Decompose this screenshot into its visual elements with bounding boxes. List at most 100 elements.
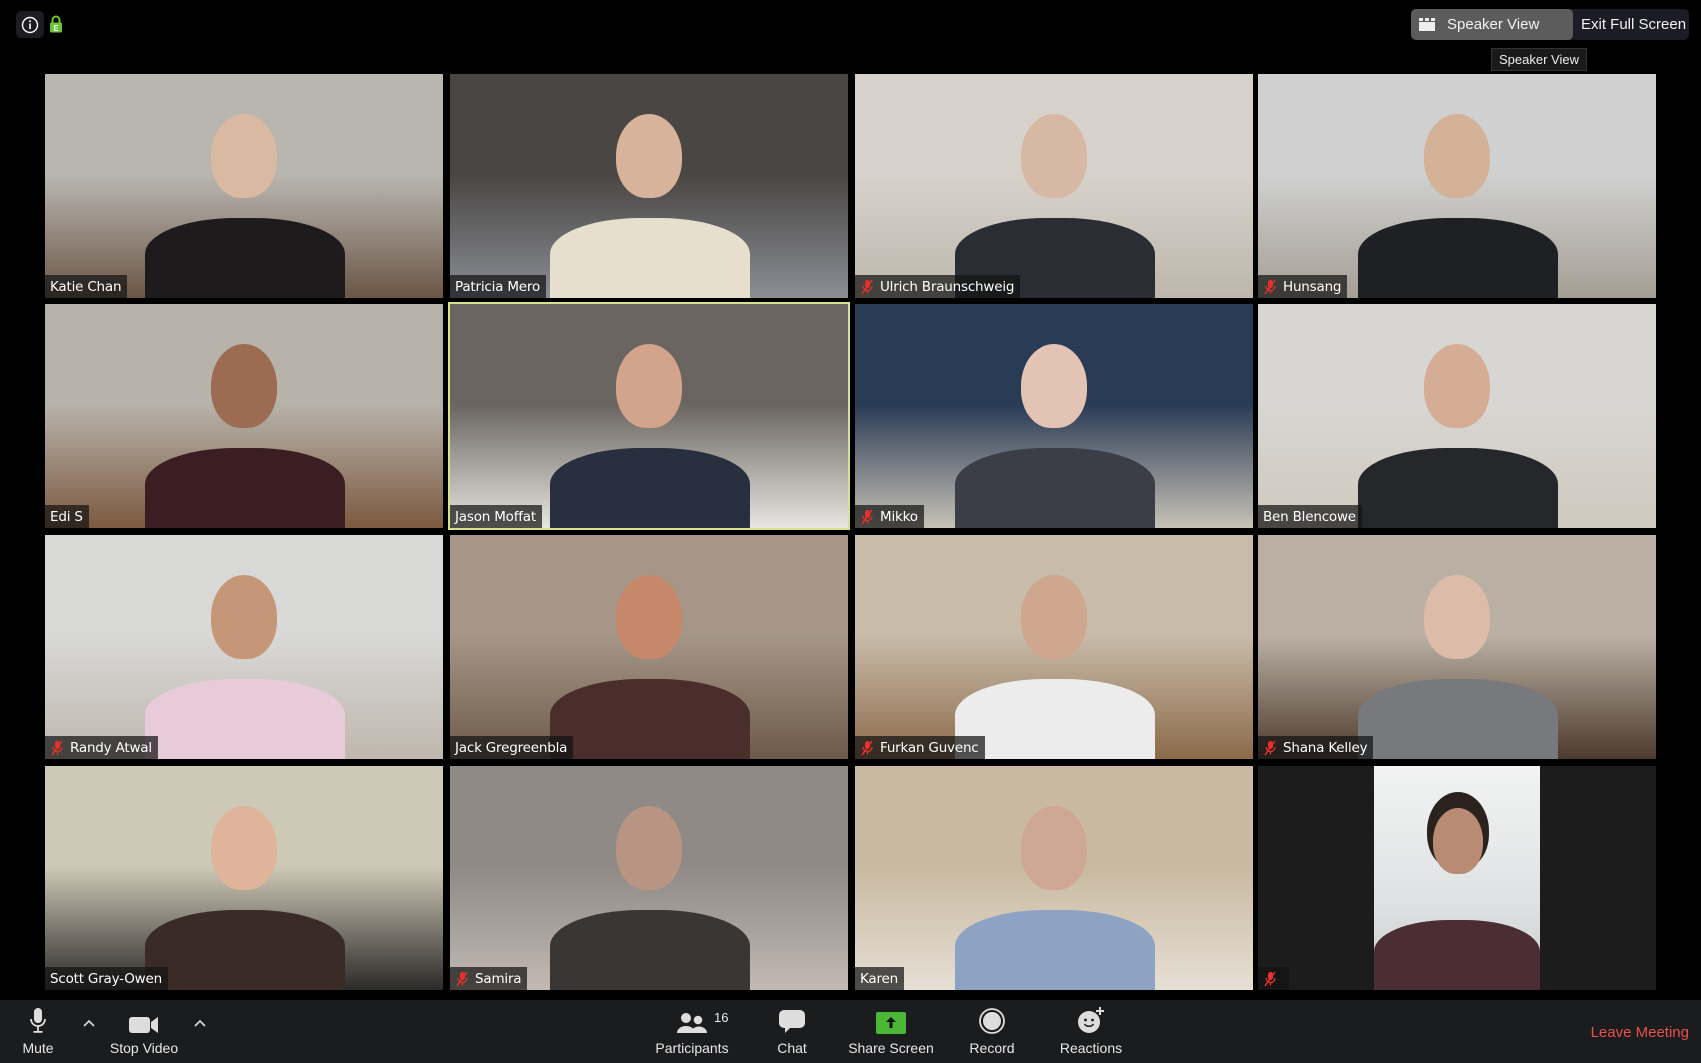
participant-name-tag — [1258, 967, 1289, 990]
participant-video-tile[interactable]: Ben Blencowe — [1258, 304, 1656, 528]
participant-name-tag: Ulrich Braunschweig — [855, 275, 1021, 298]
muted-microphone-icon — [456, 971, 468, 986]
participant-face — [616, 806, 682, 890]
participant-name: Patricia Mero — [455, 278, 541, 295]
participant-video-tile[interactable]: Edi S — [45, 304, 443, 528]
speaker-view-label: Speaker View — [1447, 16, 1540, 33]
participant-face — [1021, 575, 1087, 659]
participant-figure — [550, 448, 750, 528]
participant-name: Jack Gregreenbla — [455, 739, 568, 756]
participant-video-tile[interactable]: Shana Kelley — [1258, 535, 1656, 759]
share-screen-icon — [876, 1012, 906, 1034]
participants-icon — [677, 1013, 707, 1033]
participant-name-tag: Hunsang — [1258, 275, 1348, 298]
lock-icon[interactable]: E — [49, 15, 63, 33]
participant-face — [211, 806, 277, 890]
participant-name-tag: Patricia Mero — [450, 275, 547, 298]
participant-video-tile[interactable]: Patricia Mero — [450, 74, 848, 298]
participant-face — [1424, 575, 1490, 659]
participant-name: Randy Atwal — [70, 739, 152, 756]
top-bar: E Speaker View Exit Full Screen Speaker … — [0, 0, 1701, 71]
participant-video-tile[interactable]: Hunsang — [1258, 74, 1656, 298]
participant-face — [211, 575, 277, 659]
muted-microphone-icon — [1264, 740, 1276, 755]
share-screen-label: Share Screen — [848, 1040, 934, 1056]
participant-face — [1021, 114, 1087, 198]
video-options-caret-icon[interactable] — [193, 1018, 207, 1028]
record-button[interactable]: Record — [966, 1000, 1018, 1063]
participant-video-tile[interactable]: Samira — [450, 766, 848, 990]
muted-microphone-icon — [861, 279, 873, 294]
muted-microphone-icon — [1264, 279, 1276, 294]
participant-name-tag: Mikko — [855, 505, 924, 528]
participant-name-tag: Ben Blencowe — [1258, 505, 1362, 528]
participant-face — [616, 575, 682, 659]
participant-video-tile[interactable]: Scott Gray-Owen — [45, 766, 443, 990]
muted-microphone-icon — [51, 740, 63, 755]
reactions-label: Reactions — [1059, 1040, 1123, 1056]
speaker-view-button[interactable]: Speaker View — [1411, 9, 1573, 40]
participant-name-tag: Jason Moffat — [450, 505, 542, 528]
participant-figure — [550, 218, 750, 298]
participant-name-tag: Samira — [450, 967, 528, 990]
participant-video-tile[interactable]: Mikko — [855, 304, 1253, 528]
participant-figure — [145, 218, 345, 298]
participant-face — [616, 344, 682, 428]
participant-name-tag: Jack Gregreenbla — [450, 736, 574, 759]
participant-video-tile[interactable]: Randy Atwal — [45, 535, 443, 759]
participant-face — [1424, 344, 1490, 428]
record-icon — [979, 1008, 1005, 1034]
participant-video-tile[interactable]: Katie Chan — [45, 74, 443, 298]
participant-video-tile[interactable]: Karen — [855, 766, 1253, 990]
stop-video-button[interactable]: Stop Video — [106, 1000, 182, 1063]
participant-name-tag: Edi S — [45, 505, 89, 528]
meeting-info-button[interactable] — [16, 11, 44, 38]
participant-video-tile[interactable]: Jason Moffat — [448, 302, 850, 530]
participant-video-tile[interactable]: Jack Gregreenbla — [450, 535, 848, 759]
participant-name-tag: Karen — [855, 967, 905, 990]
participant-name-tag: Furkan Guvenc — [855, 736, 985, 759]
muted-microphone-icon — [1264, 971, 1276, 986]
participant-figure — [955, 910, 1155, 990]
participant-name-tag: Randy Atwal — [45, 736, 158, 759]
mute-button[interactable]: Mute — [18, 1000, 58, 1063]
stop-video-label: Stop Video — [109, 1040, 179, 1056]
participant-face — [1021, 806, 1087, 890]
reactions-button[interactable]: Reactions — [1058, 1000, 1124, 1063]
leave-meeting-button[interactable]: Leave Meeting — [1591, 1024, 1689, 1041]
participant-name: Scott Gray-Owen — [50, 970, 162, 987]
mute-label: Mute — [22, 1040, 54, 1056]
exit-full-screen-label: Exit Full Screen — [1581, 16, 1687, 33]
chat-button[interactable]: Chat — [770, 1000, 814, 1063]
participant-name-tag: Katie Chan — [45, 275, 128, 298]
participant-figure — [1358, 218, 1558, 298]
participant-name: Karen — [860, 970, 899, 987]
participant-name: Katie Chan — [50, 278, 122, 295]
svg-text:E: E — [53, 24, 59, 33]
participant-figure — [550, 910, 750, 990]
participant-name: Hunsang — [1283, 278, 1342, 295]
participant-face — [1021, 344, 1087, 428]
audio-options-caret-icon[interactable] — [82, 1018, 96, 1028]
participant-name: Samira — [475, 970, 522, 987]
info-icon — [21, 16, 39, 33]
participant-face — [1433, 808, 1483, 874]
participant-video-tile[interactable]: Furkan Guvenc — [855, 535, 1253, 759]
share-screen-button[interactable]: Share Screen — [846, 1000, 936, 1063]
participant-video-tile[interactable]: Ulrich Braunschweig — [855, 74, 1253, 298]
muted-microphone-icon — [861, 740, 873, 755]
participant-figure — [1358, 448, 1558, 528]
participant-figure — [550, 679, 750, 759]
participant-figure — [1358, 679, 1558, 759]
participant-face — [616, 114, 682, 198]
participant-figure — [955, 448, 1155, 528]
participant-face — [211, 114, 277, 198]
participant-video-tile[interactable] — [1258, 766, 1656, 990]
participant-figure — [145, 910, 345, 990]
participant-name: Shana Kelley — [1283, 739, 1368, 756]
participant-figure — [1374, 920, 1540, 990]
participant-face — [1424, 114, 1490, 198]
participants-label: Participants — [655, 1040, 729, 1056]
participant-face — [211, 344, 277, 428]
participant-name: Edi S — [50, 508, 83, 525]
